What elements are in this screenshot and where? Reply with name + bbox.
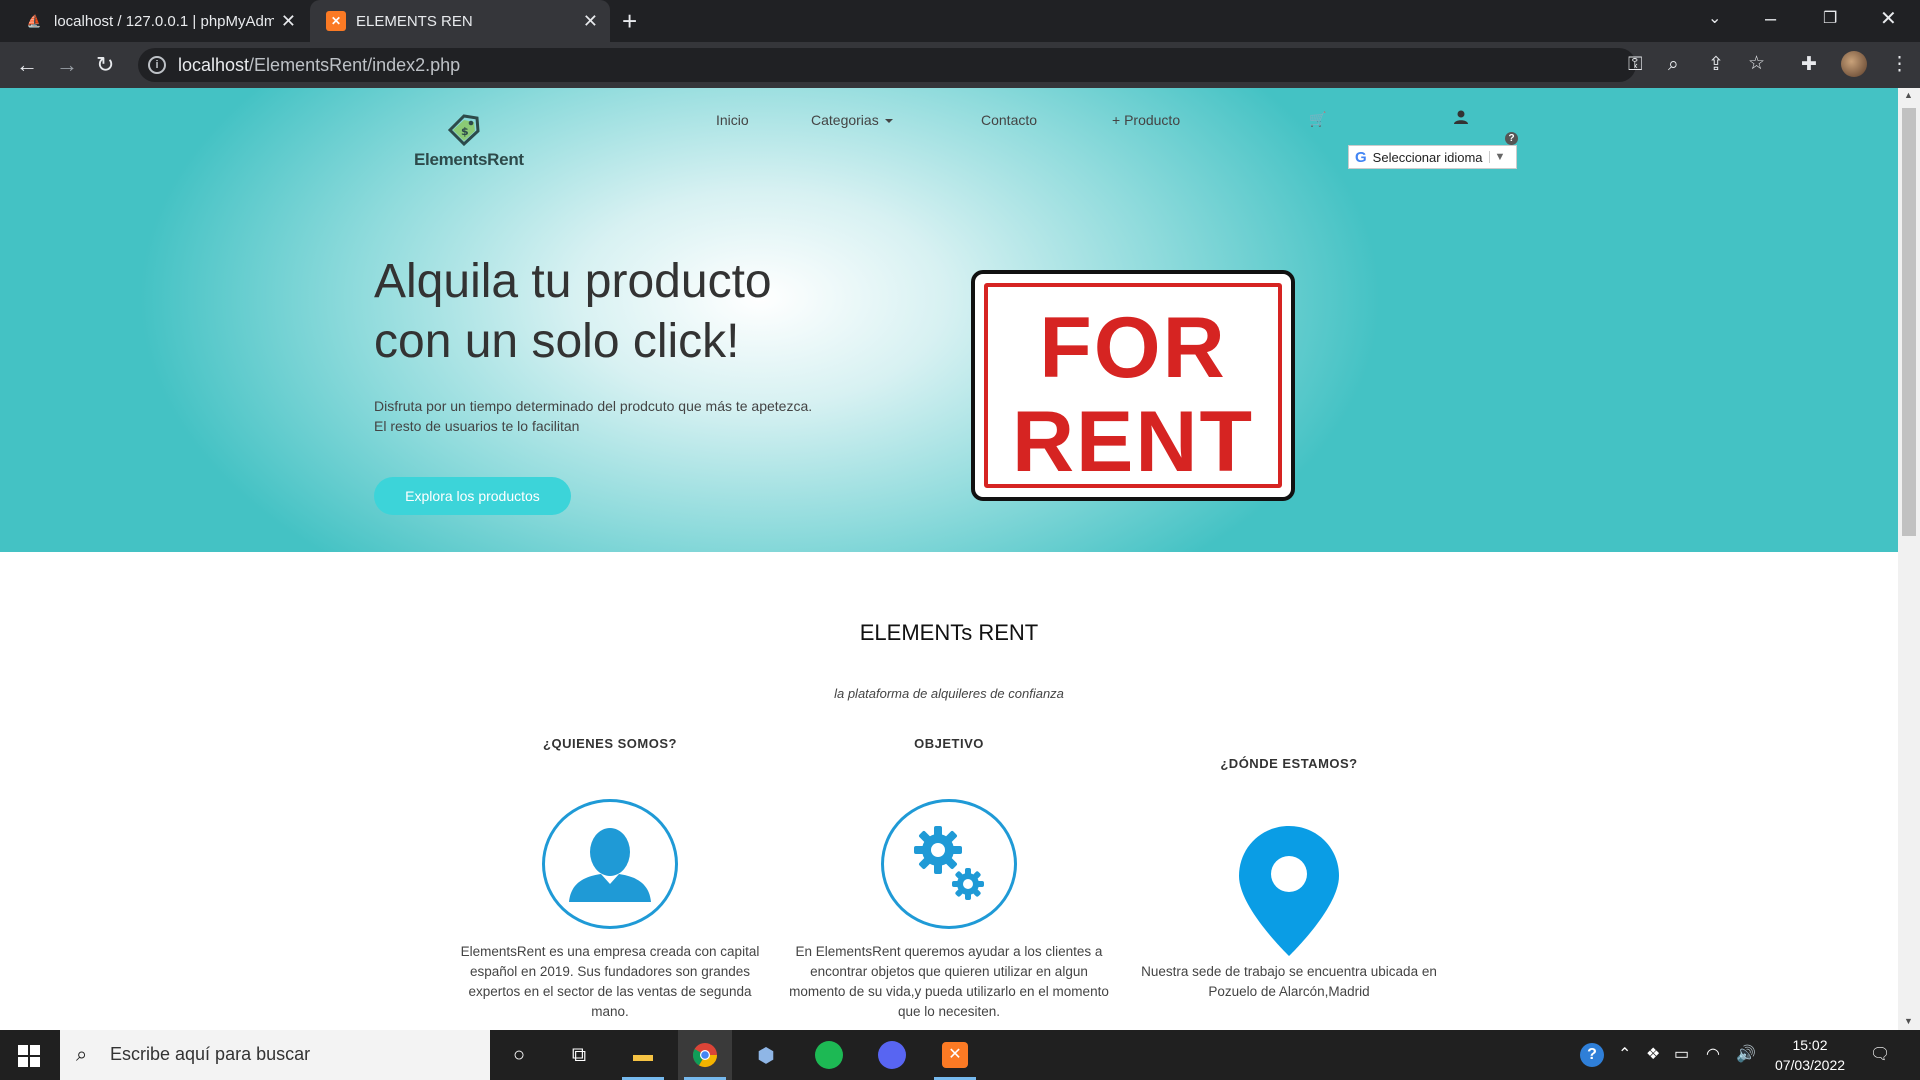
gears-icon (914, 826, 984, 900)
virtualbox-icon[interactable]: ⬢ (739, 1030, 793, 1080)
google-icon: G (1355, 148, 1367, 166)
tab-elements-rent[interactable]: ✕ ELEMENTS REN ✕ (310, 0, 610, 42)
forward-button[interactable]: → (56, 53, 78, 77)
explore-products-button[interactable]: Explora los productos (374, 477, 571, 515)
column-heading-donde: ¿DÓNDE ESTAMOS? (1220, 756, 1358, 771)
minimize-button[interactable]: – (1765, 8, 1776, 30)
restore-button[interactable]: ❐ (1823, 8, 1837, 30)
discord-icon[interactable] (865, 1030, 919, 1080)
close-tab-icon[interactable]: ✕ (281, 11, 296, 31)
nav-add-producto[interactable]: + Producto (1112, 112, 1180, 128)
chrome-icon[interactable] (678, 1030, 732, 1080)
hero-section: $ ElementsRent Inicio Categorias Contact… (0, 88, 1898, 552)
browser-tab-strip: ⛵ localhost / 127.0.0.1 | phpMyAdmin ✕ ✕… (0, 0, 1920, 42)
wifi-icon[interactable]: ◠ (1706, 1045, 1720, 1065)
site-info-icon[interactable]: i (148, 56, 166, 74)
profile-avatar[interactable] (1841, 51, 1867, 77)
web-page: $ ElementsRent Inicio Categorias Contact… (0, 88, 1898, 1030)
nav-categorias[interactable]: Categorias (811, 112, 893, 128)
dropdown-arrow-icon: ▼ (1488, 151, 1505, 163)
person-icon (569, 828, 651, 902)
help-icon[interactable]: ? (1505, 132, 1518, 145)
spotify-icon[interactable] (802, 1030, 856, 1080)
hero-subtitle: Disfruta por un tiempo determinado del p… (374, 398, 813, 434)
new-tab-button[interactable]: + (622, 8, 637, 34)
logo-text: ElementsRent (414, 150, 524, 169)
caret-down-icon (884, 119, 893, 124)
windows-taskbar: ⌕ Escribe aquí para buscar ○ ⧉ ▬ ⬢ ✕ ? ⌃… (0, 1030, 1920, 1080)
url-text: localhost/ElementsRent/index2.php (178, 55, 461, 75)
language-select-label: Seleccionar idioma (1372, 149, 1483, 165)
task-view-icon[interactable]: ⧉ (552, 1030, 606, 1080)
map-pin-icon (1239, 826, 1339, 956)
back-button[interactable]: ← (16, 53, 38, 77)
search-icon: ⌕ (76, 1044, 88, 1066)
volume-icon[interactable]: 🔊 (1736, 1045, 1756, 1065)
help-tray-icon[interactable]: ? (1580, 1043, 1604, 1067)
nav-inicio[interactable]: Inicio (716, 112, 749, 128)
language-select[interactable]: G Seleccionar idioma ▼ (1348, 145, 1517, 169)
cortana-icon[interactable]: ○ (492, 1030, 546, 1080)
tab-search-icon[interactable]: ⌄ (1708, 8, 1721, 30)
share-icon[interactable]: ⇪ (1708, 54, 1724, 76)
zoom-icon[interactable]: ⌕ (1668, 54, 1679, 76)
phpmyadmin-icon: ⛵ (26, 14, 42, 28)
taskbar-search-box[interactable]: ⌕ Escribe aquí para buscar (60, 1030, 490, 1080)
column-heading-objetivo: OBJETIVO (914, 736, 984, 751)
address-bar[interactable]: i localhost/ElementsRent/index2.php ⚿ ⌕ … (138, 48, 1765, 82)
column-text-objetivo: En ElementsRent queremos ayudar a los cl… (789, 944, 1109, 1019)
xampp-icon: ✕ (326, 11, 346, 31)
sign-line-1: FOR (1039, 300, 1227, 396)
extensions-icon[interactable]: ✚ (1801, 54, 1817, 76)
tab-title: ELEMENTS REN (356, 12, 473, 30)
column-text-quienes: ElementsRent es una empresa creada con c… (460, 944, 760, 1019)
show-hidden-icons[interactable]: ⌃ (1618, 1045, 1631, 1065)
xampp-taskbar-icon[interactable]: ✕ (928, 1030, 982, 1080)
svg-text:$: $ (461, 125, 469, 138)
page-scrollbar[interactable]: ▲ ▼ (1898, 88, 1920, 1030)
column-icon-circle (881, 799, 1017, 929)
dropbox-icon[interactable]: ❖ (1646, 1045, 1660, 1065)
column-icon-circle (542, 799, 678, 929)
key-icon[interactable]: ⚿ (1628, 54, 1642, 76)
tag-logo-icon: $ (447, 114, 480, 146)
tab-phpmyadmin[interactable]: ⛵ localhost / 127.0.0.1 | phpMyAdmin ✕ (8, 0, 308, 42)
menu-icon[interactable]: ⋮ (1890, 54, 1909, 76)
user-icon[interactable] (1453, 109, 1469, 125)
file-explorer-icon[interactable]: ▬ (616, 1030, 670, 1080)
tab-title: localhost / 127.0.0.1 | phpMyAdmin (54, 12, 274, 30)
for-rent-sign-image: FOR RENT (971, 270, 1295, 501)
battery-icon[interactable]: ▭ (1674, 1045, 1689, 1065)
reload-button[interactable]: ↻ (96, 53, 114, 77)
scroll-down-icon[interactable]: ▼ (1904, 1016, 1913, 1026)
section-title: ELEMENTs RENT (859, 620, 1039, 645)
system-clock[interactable]: 15:02 07/03/2022 (1755, 1035, 1865, 1075)
cart-icon[interactable]: 🛒 (1309, 111, 1326, 128)
notifications-icon[interactable]: 🗨 (1870, 1045, 1890, 1065)
scroll-up-icon[interactable]: ▲ (1904, 90, 1913, 100)
bookmark-star-icon[interactable]: ☆ (1748, 53, 1765, 75)
windows-start-icon[interactable] (18, 1045, 40, 1067)
site-logo[interactable]: $ ElementsRent (414, 114, 524, 174)
column-text-donde: Nuestra sede de trabajo se encuentra ubi… (1141, 964, 1437, 999)
browser-toolbar: ← → ↻ i localhost/ElementsRent/index2.ph… (0, 42, 1920, 88)
nav-contacto[interactable]: Contacto (981, 112, 1037, 128)
scrollbar-thumb[interactable] (1902, 108, 1916, 536)
close-tab-icon[interactable]: ✕ (583, 11, 598, 31)
sign-line-2: RENT (1011, 394, 1255, 490)
close-window-button[interactable]: ✕ (1880, 8, 1897, 30)
taskbar-search-placeholder: Escribe aquí para buscar (110, 1044, 311, 1064)
section-subtitle: la plataforma de alquileres de confianza (834, 686, 1064, 701)
hero-title: Alquila tu producto con un solo click! (374, 255, 772, 368)
column-heading-quienes: ¿QUIENES SOMOS? (543, 736, 677, 751)
